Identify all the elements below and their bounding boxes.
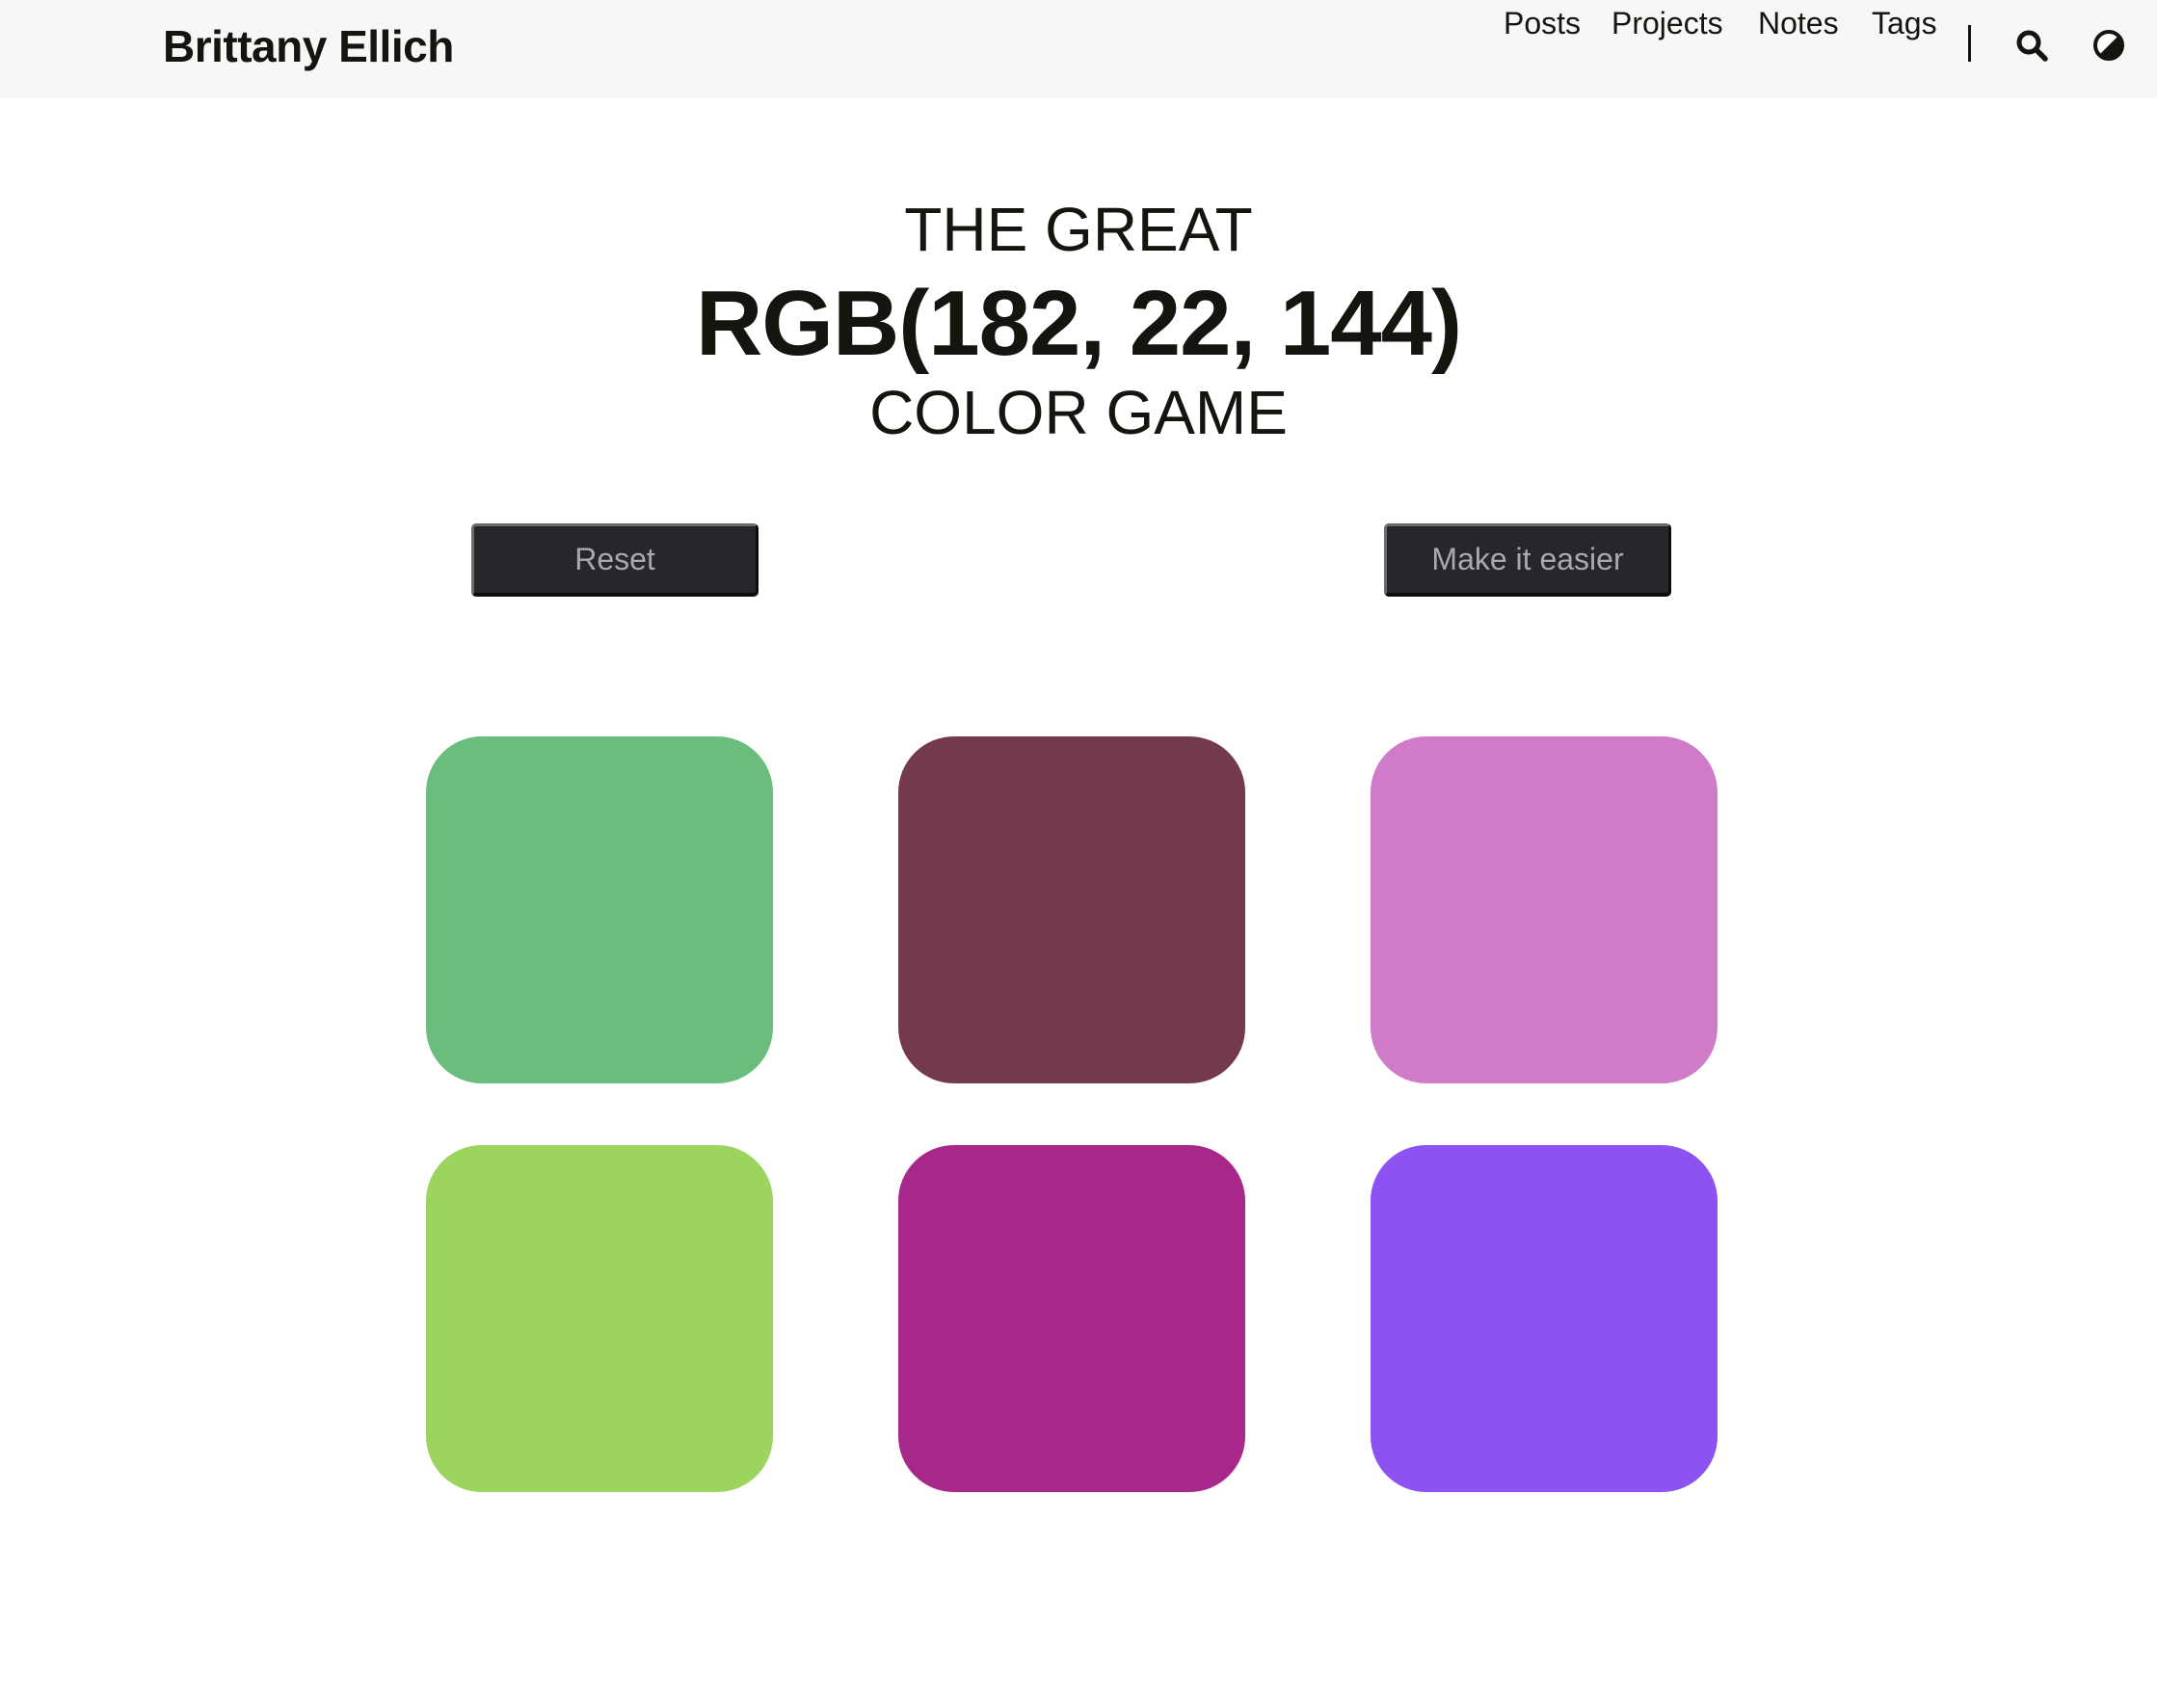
make-easier-button[interactable]: Make it easier bbox=[1384, 523, 1671, 597]
nav-notes-link[interactable]: Notes bbox=[1758, 6, 1839, 41]
nav-separator bbox=[1968, 25, 1971, 62]
title-top: THE GREAT bbox=[904, 195, 1253, 264]
nav-tags-link[interactable]: Tags bbox=[1872, 6, 1937, 41]
nav-projects-link[interactable]: Projects bbox=[1611, 6, 1723, 41]
search-button[interactable] bbox=[2011, 24, 2053, 67]
site-header: Brittany Ellich Posts Projects Notes Tag… bbox=[0, 0, 2157, 97]
theme-toggle-button[interactable] bbox=[2088, 24, 2130, 67]
color-square[interactable] bbox=[898, 1145, 1245, 1492]
color-square[interactable] bbox=[898, 736, 1245, 1083]
site-brand-link[interactable]: Brittany Ellich bbox=[163, 17, 454, 75]
color-square[interactable] bbox=[426, 736, 773, 1083]
reset-button[interactable]: Reset bbox=[471, 523, 759, 597]
title-bottom: COLOR GAME bbox=[869, 378, 1288, 447]
nav-posts-link[interactable]: Posts bbox=[1504, 6, 1581, 41]
contrast-icon bbox=[2093, 30, 2124, 61]
color-square[interactable] bbox=[426, 1145, 773, 1492]
color-square[interactable] bbox=[1371, 736, 1718, 1083]
color-square[interactable] bbox=[1371, 1145, 1718, 1492]
target-color-heading: RGB(182, 22, 144) bbox=[695, 272, 1462, 375]
search-icon bbox=[2016, 30, 2048, 62]
